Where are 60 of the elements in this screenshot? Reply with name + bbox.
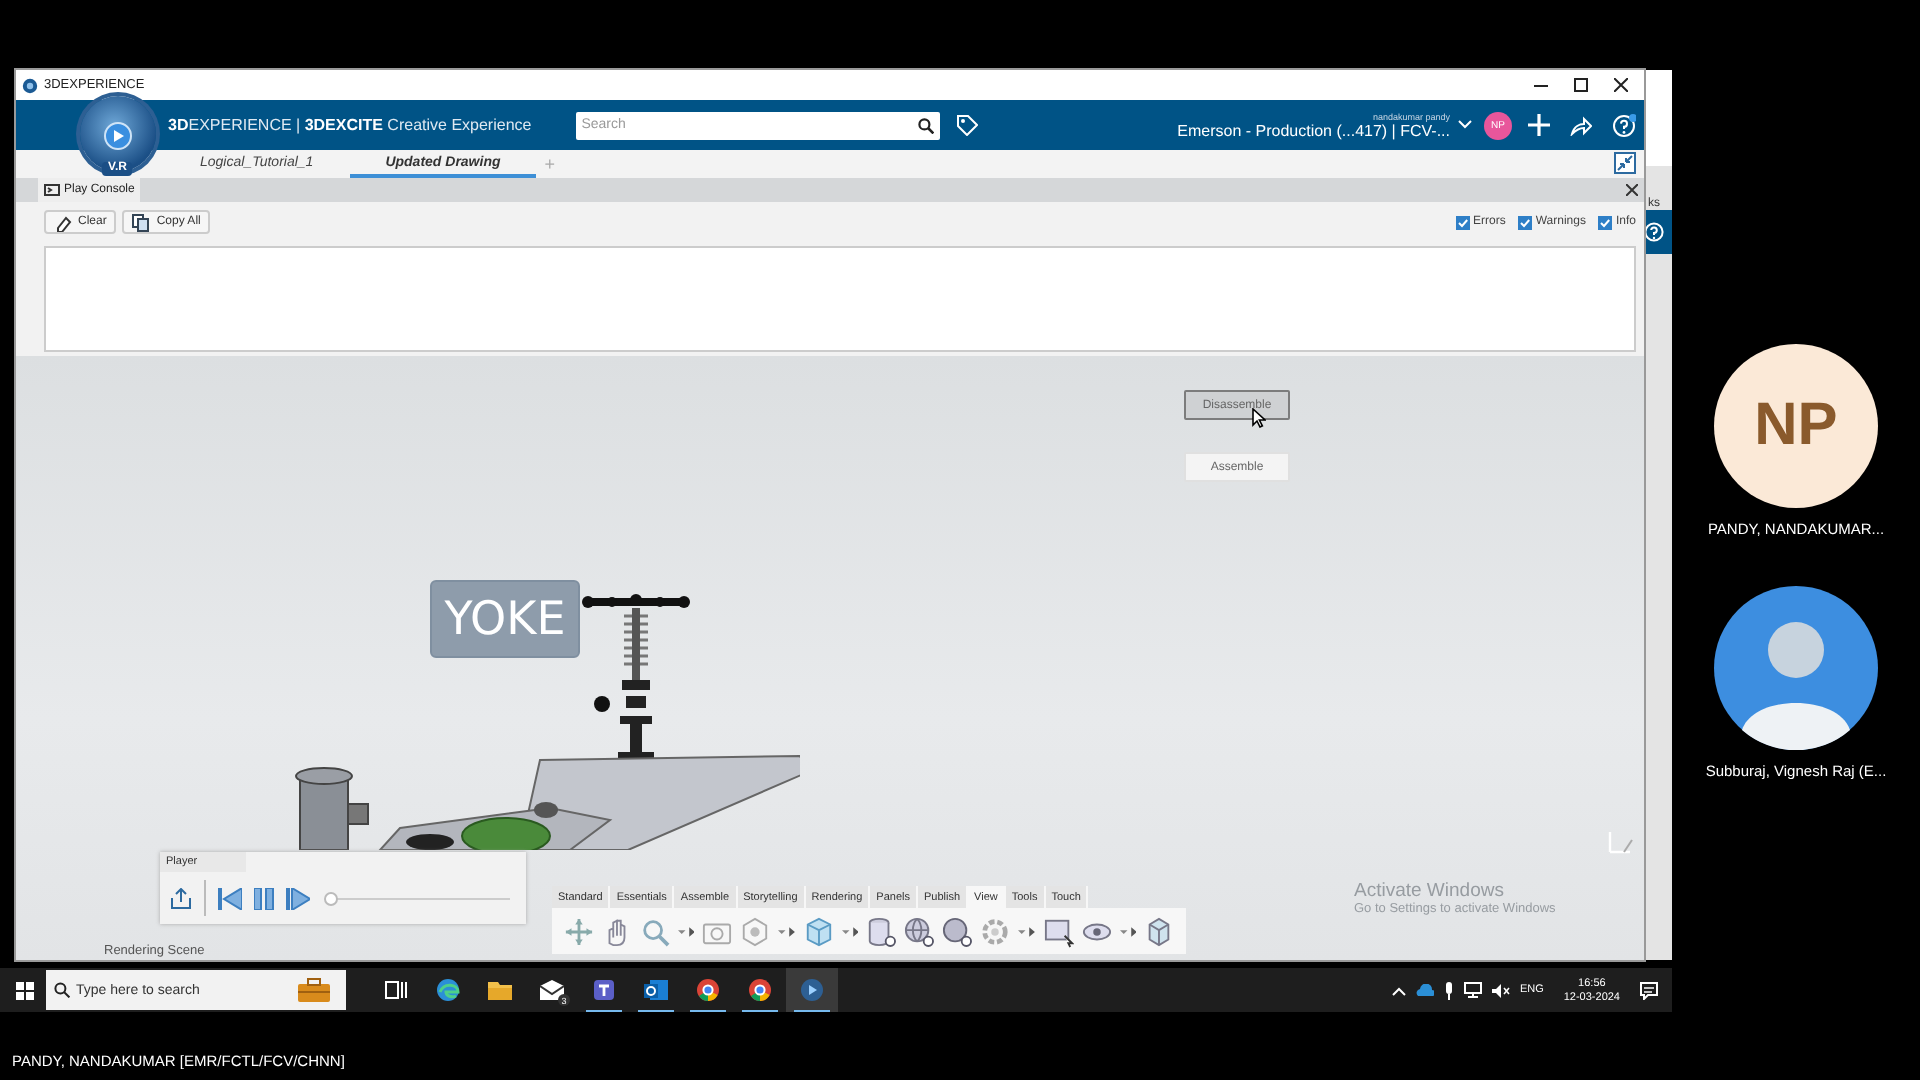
- maximize-icon[interactable]: [1574, 78, 1588, 92]
- step-back-icon[interactable]: [218, 887, 242, 909]
- mail-icon: [540, 978, 564, 1002]
- chevron-down-icon[interactable]: [1458, 120, 1472, 130]
- search-icon: [54, 982, 70, 998]
- dropdown-arrow-icon[interactable]: [677, 925, 695, 937]
- share-icon[interactable]: [1570, 115, 1592, 135]
- task-view-icon: [384, 978, 408, 1002]
- dropdown-arrow-icon[interactable]: [1018, 925, 1036, 937]
- email-app-icon: [644, 978, 668, 1002]
- search-icon: [917, 117, 934, 133]
- participant-avatar: NP: [1713, 344, 1878, 508]
- checkbox[interactable]: [1597, 215, 1612, 229]
- slider-thumb[interactable]: [323, 891, 337, 905]
- compass-logo[interactable]: [80, 96, 156, 172]
- cad-app-icon: [800, 978, 824, 1002]
- collapse-icon[interactable]: [1614, 152, 1636, 174]
- speaker-muted-icon[interactable]: [1491, 983, 1510, 997]
- activation-title: Activate Windows: [1354, 880, 1506, 902]
- copy-icon: [132, 213, 151, 231]
- help-icon: [1644, 222, 1664, 242]
- team-chat-icon: [592, 978, 616, 1002]
- step-forward-icon[interactable]: [286, 887, 310, 909]
- chevron-up-icon[interactable]: [1391, 985, 1406, 995]
- briefcase-icon: [298, 978, 330, 1002]
- export-icon[interactable]: [170, 887, 192, 909]
- tag-icon[interactable]: [955, 114, 978, 136]
- box-outline-icon[interactable]: [1144, 915, 1174, 947]
- console-icon: [44, 184, 60, 196]
- cloud-icon[interactable]: [1415, 984, 1434, 996]
- cylinder-icon[interactable]: [866, 915, 897, 947]
- close-icon[interactable]: [1626, 184, 1638, 196]
- browser-icon: [436, 978, 460, 1002]
- folder-icon: [488, 978, 512, 1002]
- dropdown-arrow-icon[interactable]: [841, 925, 859, 937]
- pause-icon[interactable]: [254, 887, 274, 909]
- app-logo-icon: [22, 77, 38, 93]
- brand-title: 3DEXPERIENCE | 3DEXCITE Creative Experience: [168, 116, 532, 134]
- part-label: YOKE: [430, 580, 580, 658]
- web-browser-icon: [696, 978, 720, 1002]
- dropdown-arrow-icon[interactable]: [1119, 925, 1136, 937]
- web-browser-icon: [748, 978, 772, 1002]
- microphone-icon[interactable]: [1443, 981, 1454, 999]
- start-icon[interactable]: [16, 981, 34, 999]
- context-selector[interactable]: Emerson - Production (...417) | FCV-...: [1177, 121, 1450, 139]
- play-icon: [104, 122, 132, 150]
- sphere-icon[interactable]: [942, 915, 973, 947]
- mouse-cursor-icon: [1252, 408, 1266, 428]
- close-icon[interactable]: [1614, 78, 1628, 92]
- globe-icon[interactable]: [904, 915, 935, 947]
- checkbox[interactable]: [1455, 215, 1470, 229]
- axis-gizmo-icon: [1606, 828, 1634, 856]
- timeline-slider[interactable]: [330, 897, 510, 899]
- help-icon[interactable]: [1612, 113, 1636, 137]
- dropdown-arrow-icon[interactable]: [778, 925, 796, 937]
- plus-icon[interactable]: [1528, 114, 1550, 136]
- network-icon[interactable]: [1463, 982, 1482, 998]
- eraser-icon: [54, 213, 72, 231]
- notifications-icon[interactable]: [1640, 981, 1658, 999]
- checkbox[interactable]: [1517, 215, 1532, 229]
